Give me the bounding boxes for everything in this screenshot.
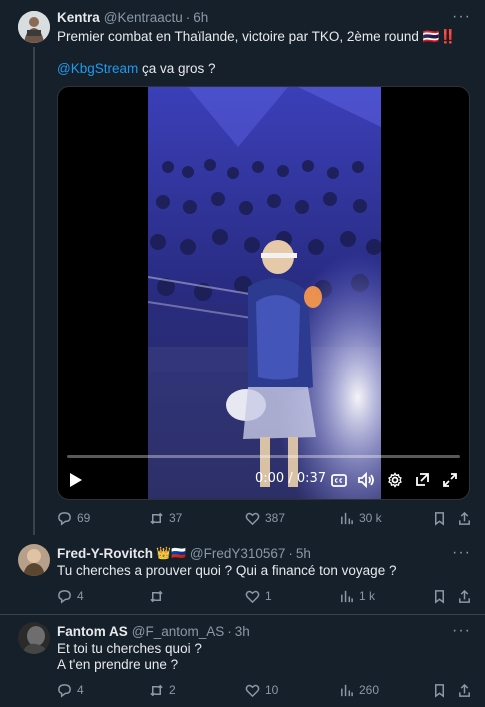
views-icon — [341, 590, 353, 602]
like-button[interactable]: 10 — [245, 681, 278, 699]
repost-icon — [150, 512, 163, 524]
views-count: 1 k — [359, 589, 376, 603]
separator-dot: · — [288, 545, 293, 561]
tweet-actions: 4 1 1 k — [57, 587, 477, 605]
author-badges: 👑🇷🇺 — [156, 546, 186, 560]
fullscreen-icon[interactable] — [441, 471, 459, 489]
bookmark-button[interactable] — [432, 587, 447, 605]
captions-icon[interactable] — [330, 472, 348, 488]
video-controls: 0:00 / 0:37 — [58, 467, 469, 493]
tweet-fred[interactable]: Fred-Y-Rovitch 👑🇷🇺 @FredY310567 · 5h ···… — [0, 535, 485, 615]
tweet-fantom[interactable]: Fantom AS @F_antom_AS · 3h ··· Et toi tu… — [0, 615, 485, 707]
author-handle[interactable]: @FredY310567 — [190, 546, 286, 561]
views-button[interactable]: 260 — [339, 681, 379, 699]
share-button[interactable] — [457, 681, 472, 699]
repost-button[interactable]: 37 — [149, 509, 182, 527]
share-button[interactable] — [457, 509, 472, 527]
tweet-time[interactable]: 5h — [296, 546, 311, 561]
avatar-fred[interactable] — [18, 544, 50, 576]
tweet-text-line2: @KbgStream ça va gros ? — [57, 60, 216, 78]
avatar-fantom[interactable] — [18, 622, 50, 654]
tweet-text-line1: Premier combat en Thaïlande, victoire pa… — [57, 29, 457, 44]
video-player[interactable]: 0:00 / 0:37 — [57, 86, 470, 500]
tweet-time[interactable]: 3h — [235, 624, 250, 639]
reply-icon — [58, 511, 71, 526]
like-count: 1 — [265, 589, 272, 603]
like-button[interactable]: 387 — [245, 509, 285, 527]
repost-icon — [150, 684, 163, 696]
like-button[interactable]: 1 — [245, 587, 272, 605]
reply-button[interactable]: 4 — [57, 681, 84, 699]
avatar-kentra[interactable] — [18, 11, 50, 43]
settings-icon[interactable] — [386, 471, 404, 489]
separator-dot: · — [227, 623, 232, 639]
repost-count: 37 — [169, 511, 183, 525]
tweet-header: Fantom AS @F_antom_AS · 3h — [57, 622, 250, 640]
reply-count: 69 — [77, 511, 91, 525]
video-frame[interactable] — [148, 87, 381, 499]
tweet-time[interactable]: 6h — [193, 10, 208, 25]
tweet-actions: 69 37 387 30 k — [57, 509, 477, 527]
bookmark-button[interactable] — [432, 509, 447, 527]
like-icon — [245, 684, 260, 697]
tweet-text-rest: ça va gros ? — [138, 61, 216, 76]
views-count: 260 — [359, 683, 380, 697]
author-name[interactable]: Fantom AS — [57, 624, 128, 639]
author-handle[interactable]: @F_antom_AS — [132, 624, 225, 639]
repost-button[interactable] — [149, 587, 169, 605]
reply-icon — [58, 683, 71, 698]
views-icon — [341, 684, 353, 696]
video-progress-bar[interactable] — [67, 455, 460, 458]
bookmark-icon — [435, 683, 444, 698]
more-icon[interactable]: ··· — [452, 545, 471, 561]
tweet-text-line2: A t'en prendre une ? — [57, 657, 179, 672]
thread-line — [33, 47, 35, 535]
more-icon[interactable]: ··· — [452, 9, 471, 25]
reply-count: 4 — [77, 683, 84, 697]
more-icon[interactable]: ··· — [452, 623, 471, 639]
views-button[interactable]: 1 k — [339, 587, 375, 605]
views-icon — [341, 512, 353, 524]
mention-link[interactable]: @KbgStream — [57, 61, 138, 76]
repost-count: 2 — [169, 683, 176, 697]
share-icon — [459, 589, 470, 603]
share-button[interactable] — [457, 587, 472, 605]
tweet-actions: 4 2 10 260 — [57, 681, 477, 699]
like-icon — [245, 512, 260, 525]
like-icon — [245, 590, 260, 603]
reply-icon — [58, 589, 71, 604]
bookmark-icon — [435, 511, 444, 526]
share-icon — [459, 683, 470, 697]
tweet-text-line1: Tu cherches a prouver quoi ? Qui a finan… — [57, 563, 397, 578]
repost-button[interactable]: 2 — [149, 681, 176, 699]
author-name[interactable]: Kentra — [57, 10, 100, 25]
tweet-kentra[interactable]: Kentra @Kentraactu · 6h ··· Premier comb… — [0, 0, 485, 535]
separator-dot: · — [185, 9, 191, 25]
author-handle[interactable]: @Kentraactu — [104, 10, 183, 25]
pip-icon[interactable] — [413, 471, 431, 489]
tweet-header: Fred-Y-Rovitch 👑🇷🇺 @FredY310567 · 5h — [57, 544, 311, 562]
bookmark-icon — [435, 589, 444, 604]
repost-icon — [150, 590, 163, 602]
views-count: 30 k — [359, 511, 382, 525]
reply-count: 4 — [77, 589, 84, 603]
views-button[interactable]: 30 k — [339, 509, 382, 527]
reply-button[interactable]: 4 — [57, 587, 84, 605]
like-count: 10 — [265, 683, 279, 697]
play-icon[interactable] — [68, 472, 84, 488]
share-icon — [459, 511, 470, 525]
volume-icon[interactable] — [356, 471, 376, 489]
like-count: 387 — [265, 511, 286, 525]
tweet-header: Kentra @Kentraactu · 6h — [57, 8, 208, 26]
bookmark-button[interactable] — [432, 681, 447, 699]
author-name[interactable]: Fred-Y-Rovitch — [57, 546, 153, 561]
reply-button[interactable]: 69 — [57, 509, 90, 527]
video-time: 0:00 / 0:37 — [255, 471, 327, 486]
